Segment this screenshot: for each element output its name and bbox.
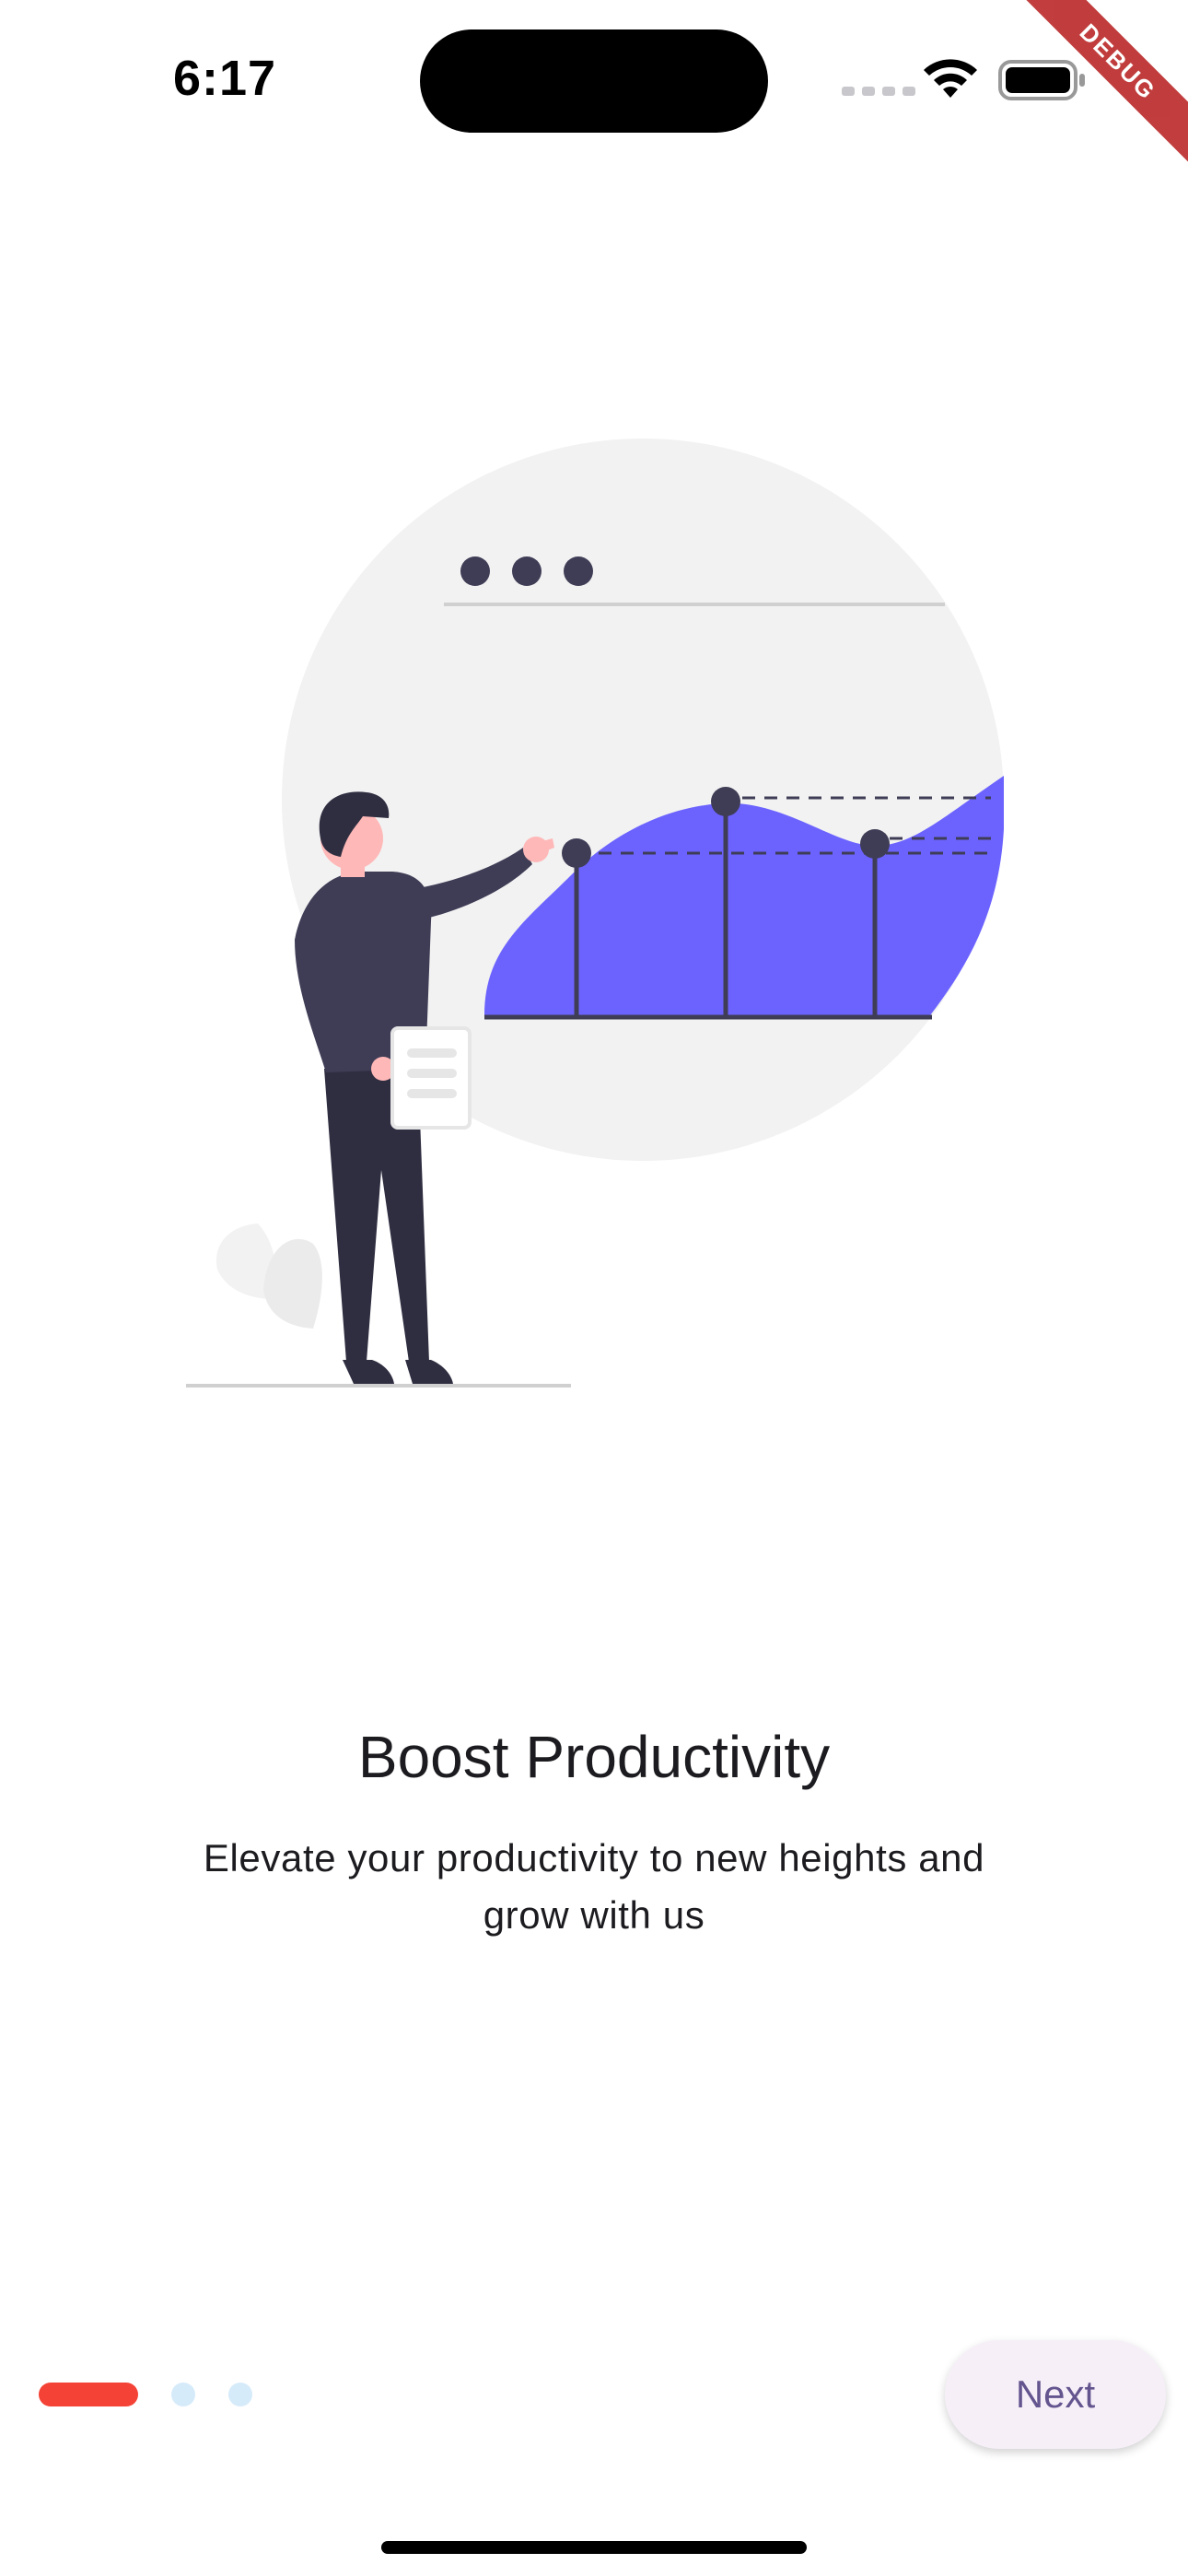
onboarding-title: Boost Productivity — [357, 1724, 831, 1790]
page-indicator-dot[interactable] — [171, 2383, 195, 2406]
wifi-icon — [924, 59, 977, 98]
person-shoe — [343, 1360, 394, 1384]
status-bar: 6:17 — [0, 0, 1188, 157]
window-dot — [460, 556, 490, 586]
page-indicator-dot-active[interactable] — [39, 2383, 138, 2406]
home-indicator[interactable] — [381, 2541, 807, 2554]
window-dot — [564, 556, 593, 586]
onboarding-subtitle: Elevate your productivity to new heights… — [203, 1836, 985, 1937]
status-time: 6:17 — [173, 51, 277, 106]
chart-pin-head — [711, 787, 740, 816]
paper-line — [407, 1048, 457, 1058]
signal-dots-icon — [842, 87, 915, 96]
chart-pin-head — [860, 829, 890, 859]
debug-banner: DEBUG — [1013, 0, 1188, 175]
chart-pin-head — [562, 838, 591, 868]
person-neck — [341, 864, 365, 877]
page-indicator-dot[interactable] — [228, 2383, 252, 2406]
person-presenting-chart-illustration — [186, 439, 1004, 1388]
debug-banner-label: DEBUG — [1013, 0, 1188, 175]
page-indicator — [39, 2383, 285, 2406]
dynamic-island — [420, 29, 768, 133]
person-shoe — [405, 1360, 453, 1384]
paper-line — [407, 1069, 457, 1078]
window-dot — [512, 556, 542, 586]
paper-line — [407, 1089, 457, 1098]
next-button[interactable]: Next — [945, 2340, 1166, 2449]
